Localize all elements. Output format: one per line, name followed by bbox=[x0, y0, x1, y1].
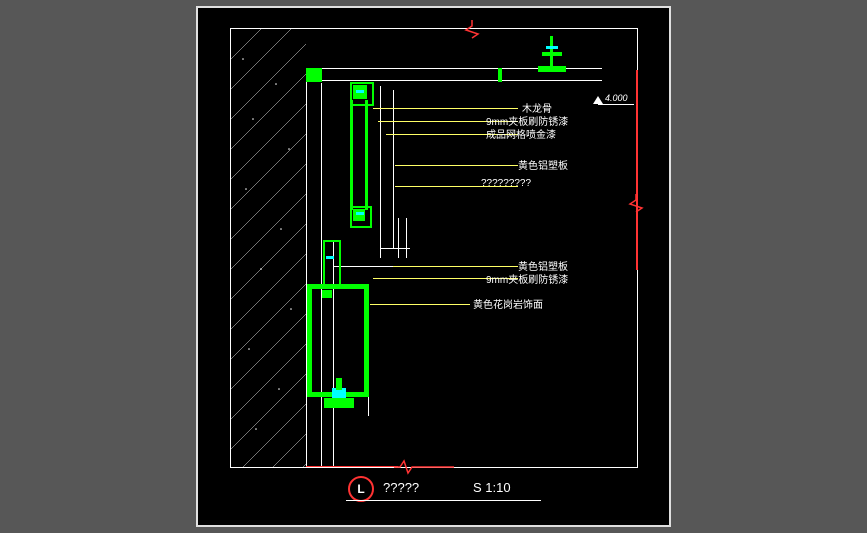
elevation-value: 4.000 bbox=[605, 93, 628, 103]
label-granite: 黄色花岗岩饰面 bbox=[473, 296, 543, 311]
drawing-scale: S 1:10 bbox=[473, 480, 511, 495]
break-bottom-icon bbox=[394, 458, 406, 476]
dim-tick-1 bbox=[398, 218, 399, 258]
label-plywood-2: 9mm夹板刷防锈漆 bbox=[486, 271, 568, 286]
elev-line bbox=[598, 104, 634, 105]
detail-tag-circle: L bbox=[348, 476, 374, 502]
keel-vert-1 bbox=[350, 100, 353, 210]
hanger-1 bbox=[498, 68, 502, 82]
hanger-cap bbox=[542, 52, 562, 56]
dim-tick-2 bbox=[406, 218, 407, 258]
keel-vert-2 bbox=[365, 100, 368, 210]
break-right-icon bbox=[630, 194, 642, 212]
label-acp-1: 黄色铝塑板 bbox=[518, 157, 568, 172]
cut-bottom-l bbox=[306, 466, 398, 467]
wall-hatch bbox=[231, 29, 306, 467]
leader-8 bbox=[370, 304, 470, 305]
granite-right-frame bbox=[364, 284, 369, 396]
bracket-mid bbox=[323, 240, 341, 286]
hanger-bolt bbox=[546, 46, 558, 49]
elevation-arrow-icon bbox=[593, 96, 603, 104]
label-grille: 成品网格喷金漆 bbox=[486, 126, 556, 141]
panel-front-line bbox=[380, 86, 381, 258]
panel-front-line-2 bbox=[393, 90, 394, 248]
section-cut-right bbox=[636, 70, 638, 270]
drawing-title: ????? bbox=[383, 480, 419, 495]
substrate-line-1 bbox=[321, 83, 322, 466]
anchor-base bbox=[324, 398, 354, 408]
leader-4 bbox=[395, 165, 518, 166]
wall-face-line bbox=[306, 68, 307, 466]
detail-tag-letter: L bbox=[357, 482, 364, 496]
bolt-2 bbox=[356, 212, 364, 215]
bolt-3 bbox=[326, 256, 334, 259]
clip-1 bbox=[322, 290, 332, 298]
label-unknown: ????????? bbox=[481, 178, 531, 189]
anchor-pin bbox=[336, 378, 342, 390]
title-underline bbox=[346, 500, 541, 501]
leader-6 bbox=[393, 266, 518, 267]
hanger-bracket bbox=[538, 66, 566, 72]
granite-left-frame bbox=[307, 284, 312, 396]
break-top-icon bbox=[466, 20, 478, 38]
keel-block-1 bbox=[306, 68, 322, 82]
joint-2 bbox=[333, 266, 393, 267]
leader-1 bbox=[373, 108, 518, 109]
drawing-canvas: 木龙骨 9mm夹板刷防锈漆 成品网格喷金漆 黄色铝塑板 ????????? 黄色… bbox=[196, 6, 671, 527]
bolt-1 bbox=[356, 90, 364, 93]
keel-block-3b bbox=[353, 209, 365, 221]
ceiling-sub bbox=[321, 80, 602, 81]
